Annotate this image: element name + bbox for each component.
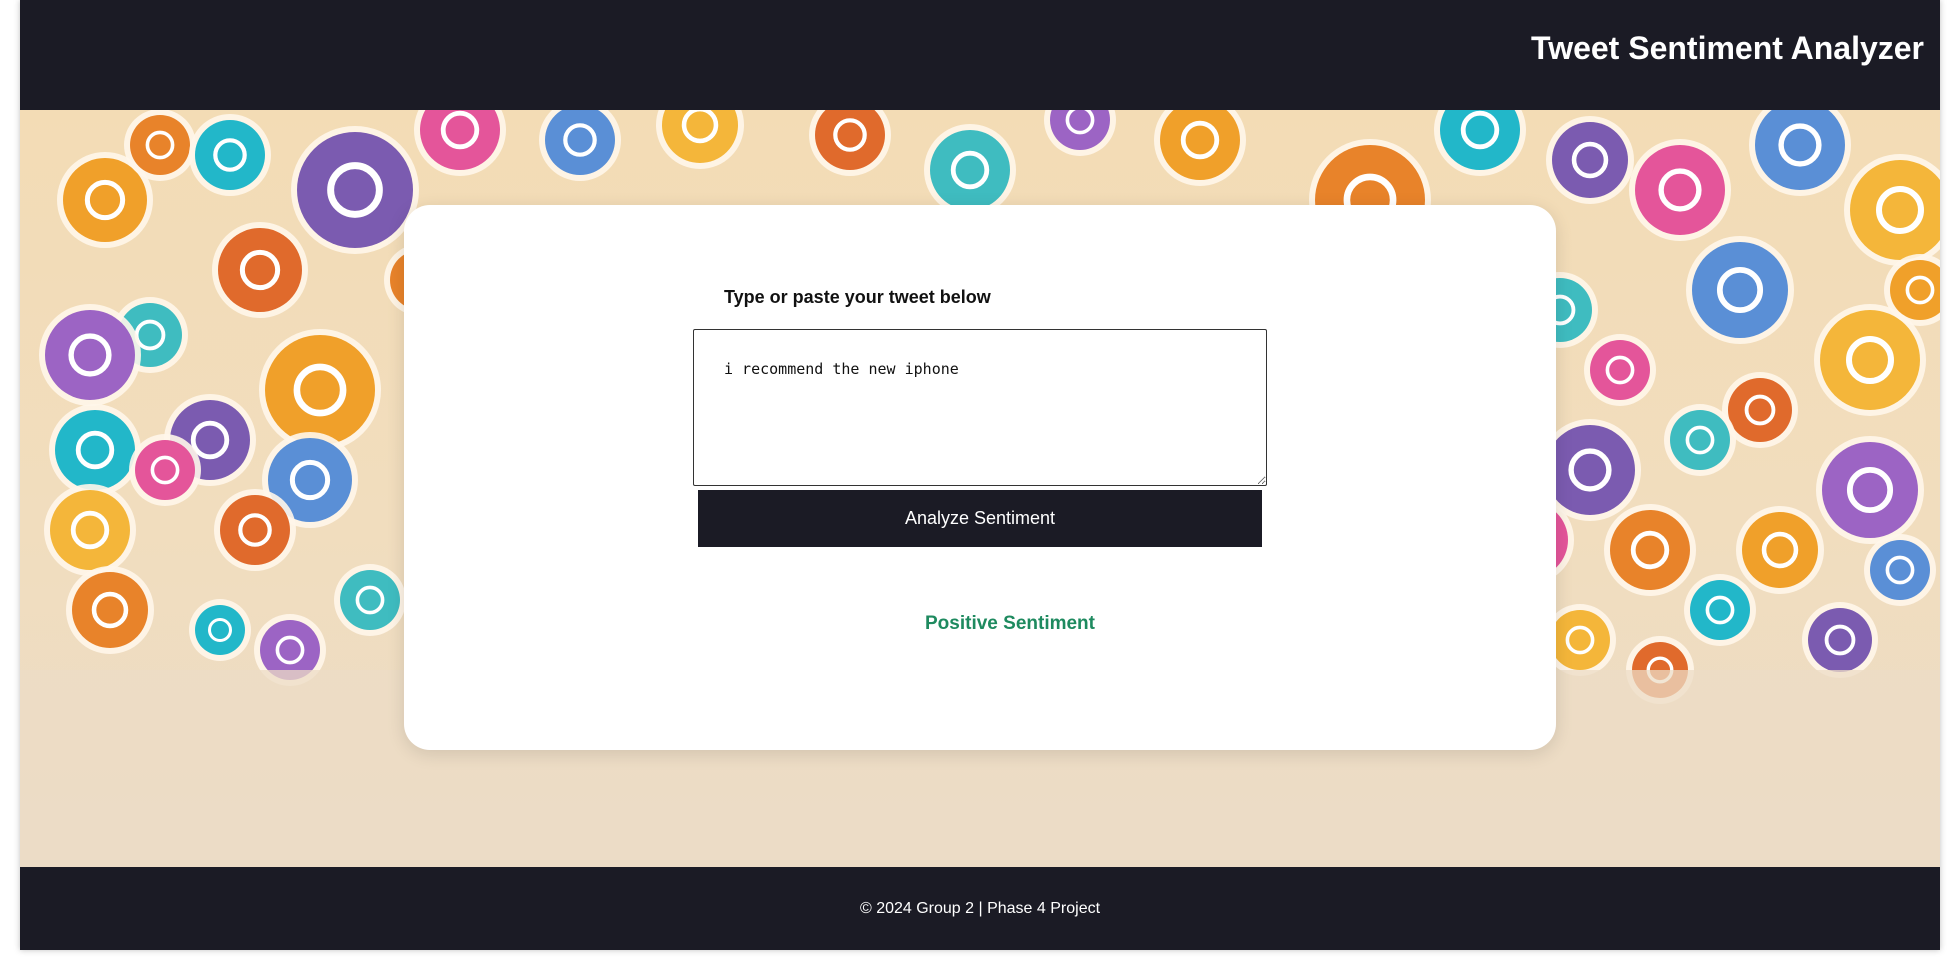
social-badge-icon	[129, 434, 201, 506]
social-badge-icon	[1604, 504, 1696, 596]
social-badge-icon	[44, 484, 136, 576]
social-badge-icon	[259, 329, 381, 451]
social-badge-icon	[1584, 334, 1656, 406]
social-badge-icon	[1736, 506, 1824, 594]
footer-text: © 2024 Group 2 | Phase 4 Project	[859, 899, 1101, 917]
social-badge-icon	[1844, 154, 1940, 266]
social-badge-icon	[189, 599, 251, 661]
social-badge-icon	[189, 114, 271, 196]
social-badge-icon	[1664, 404, 1736, 476]
social-badge-icon	[39, 304, 141, 406]
social-badge-icon	[1546, 116, 1634, 204]
social-badge-icon	[1629, 139, 1731, 241]
social-badge-icon	[1802, 602, 1878, 678]
social-badge-icon	[1154, 110, 1246, 186]
social-badge-icon	[656, 110, 744, 169]
social-badge-icon	[1044, 110, 1116, 156]
social-badge-icon	[124, 110, 196, 181]
tweet-input[interactable]: i recommend the new iphone	[693, 329, 1267, 486]
social-badge-icon	[539, 110, 621, 181]
analyzer-card: Type or paste your tweet below i recomme…	[404, 205, 1556, 750]
social-badge-icon	[924, 124, 1016, 216]
social-badge-icon	[214, 489, 296, 571]
social-badge-icon	[1434, 110, 1526, 176]
page-title: Tweet Sentiment Analyzer	[1531, 30, 1924, 66]
footer-bar: © 2024 Group 2 | Phase 4 Project	[20, 867, 1940, 950]
social-badge-icon	[1816, 436, 1924, 544]
social-badge-icon	[66, 566, 154, 654]
social-badge-icon	[809, 110, 891, 176]
social-badge-icon	[49, 404, 141, 496]
social-badge-icon	[1749, 110, 1851, 196]
social-badge-icon	[414, 110, 506, 176]
social-badge-icon	[212, 222, 308, 318]
tweet-prompt-label: Type or paste your tweet below	[724, 287, 991, 307]
social-badge-icon	[1684, 574, 1756, 646]
social-badge-icon	[334, 564, 406, 636]
social-badge-icon	[1686, 236, 1794, 344]
sentiment-result: Positive Sentiment	[925, 613, 1095, 634]
social-badge-icon	[1864, 534, 1936, 606]
app-window: Tweet Sentiment Analyzer Type or paste y…	[20, 0, 1940, 950]
analyze-sentiment-button[interactable]: Analyze Sentiment	[698, 490, 1262, 547]
social-badge-icon	[291, 126, 419, 254]
header-bar: Tweet Sentiment Analyzer	[20, 0, 1940, 110]
